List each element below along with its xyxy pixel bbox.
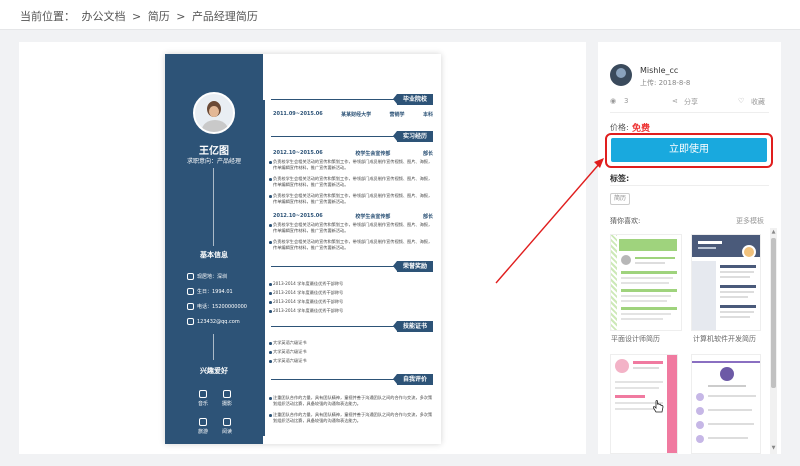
heart-icon[interactable]: ♡ [738,97,744,105]
view-count: 3 [624,97,629,105]
more-templates-link[interactable]: 更多模板 [736,216,764,226]
job-bullet: 负责校学生会相关活动的宣传和策划工作，带领部门成员制作宣传视频、图片、海报，传单… [269,193,433,204]
job-heading: 2012.10~2015.06 校学生会宣传部 部长 [273,150,433,157]
job-bullet: 负责校学生会相关活动的宣传和策划工作，带领部门成员制作宣传视频、图片、海报，传单… [269,159,433,170]
divider [610,185,769,186]
annotation-highlight-box [605,133,773,168]
top-bar: 当前位置： 办公文档 > 简历 > 产品经理简历 [0,0,800,30]
breadcrumb-item-office-docs[interactable]: 办公文档 [82,10,126,23]
self-eval-item: 注重团队合作的力量，具有团队精神，童视并善于沟通团队之间的合作与交流，多次策划组… [269,395,433,406]
breadcrumb-item-current: 产品经理简历 [191,10,258,23]
tag-resume[interactable]: 简历 [610,193,631,205]
share-icon[interactable]: ⋖ [672,97,678,105]
tags-label: 标签: [610,174,630,183]
resume-left-column: 王亿图 求职意向：产品经理 基本信息 现居地：深圳 生日：1994.01 电话：… [165,54,263,444]
divider [213,168,214,246]
hobby-travel: 旅游 [191,418,215,435]
breadcrumb-separator: > [132,10,142,23]
contact-birthday: 生日：1994.01 [187,288,233,295]
award-item: 2013-2014 学年度最佳优秀干部称号 [269,299,433,305]
contact-phone: 电话：15200000000 [187,303,247,310]
hobby-photo: 摄影 [215,390,239,407]
resume-intent: 求职意向：产品经理 [186,158,241,165]
hobby-reading: 阅读 [215,418,239,435]
section-awards: 荣誉奖励 [392,261,433,272]
contact-email: 123432@qq.com [187,318,240,325]
author-avatar[interactable] [610,64,632,86]
divider [213,334,214,360]
skill-item: 大学英语六级证书 [269,340,433,346]
contact-location: 现居地：深圳 [187,273,227,280]
preview-panel: 王亿图 求职意向：产品经理 基本信息 现居地：深圳 生日：1994.01 电话：… [19,42,586,454]
hand-cursor-icon [653,400,664,413]
price-label: 价格: [610,123,629,132]
recommend-label: 猜你喜欢: [610,217,641,225]
resume-right-column: 毕业院校 2011.09~2015.06 某某财经大学 营销学 本科 实习经历 201… [263,54,441,444]
camera-icon [223,390,231,398]
award-item: 2013-2014 学年度最佳优秀干部称号 [269,281,433,287]
scroll-up-arrow[interactable]: ▲ [770,228,777,236]
mail-icon [187,318,194,325]
template-thumb-2[interactable] [691,234,761,331]
job-heading: 2012.10~2015.06 校学生会宣传部 部长 [273,213,433,220]
template-thumb-3[interactable] [610,354,678,454]
stats-row: ◉ 3 ⋖ 分享 ♡ 收藏 [610,97,769,107]
eye-icon: ◉ [610,97,617,105]
education-row: 2011.09~2015.06 某某财经大学 营销学 本科 [273,111,433,118]
template-thumb-2-caption[interactable]: 计算机软件开发简历 [693,334,756,344]
book-icon [223,418,231,426]
template-thumb-1[interactable] [610,234,682,331]
template-thumb-1-caption[interactable]: 平面设计师简历 [611,334,660,344]
skill-item: 大学英语六级证书 [269,349,433,355]
resume-document: 王亿图 求职意向：产品经理 基本信息 现居地：深圳 生日：1994.01 电话：… [165,54,441,444]
upload-date: 上传: 2018-8-8 [640,79,691,87]
hobby-music: 音乐 [191,390,215,407]
skill-item: 大学英语六级证书 [269,358,433,364]
self-eval-item: 注重团队合作的力量，具有团队精神，童视并善于沟通团队之间的合作与交流，多次策划组… [269,412,433,423]
scrollbar-thumb[interactable] [771,238,776,388]
award-item: 2013-2014 学年度最佳优秀干部称号 [269,308,433,314]
section-skills: 技能证书 [392,321,433,332]
share-button[interactable]: 分享 [684,97,698,107]
job-bullet: 负责校学生会相关活动的宣传和策划工作，带领部门成员制作宣传视频、图片、海报，传单… [269,176,433,187]
calendar-icon [187,288,194,295]
section-education: 毕业院校 [392,94,433,105]
section-experience: 实习经历 [392,131,433,142]
hobby-title: 兴趣爱好 [200,367,228,375]
music-icon [199,390,207,398]
resume-name: 王亿图 [199,146,229,157]
job-bullet: 负责校学生会相关活动的宣传和策划工作，带领部门成员制作宣传视频、图片、海报，传单… [269,239,433,250]
scroll-down-arrow[interactable]: ▼ [770,444,777,452]
breadcrumb-prefix: 当前位置： [20,10,75,23]
template-sidebar: Mishle_cc 上传: 2018-8-8 ◉ 3 ⋖ 分享 ♡ 收藏 价格:… [598,42,781,454]
location-icon [199,418,207,426]
home-icon [187,273,194,280]
basic-info-title: 基本信息 [200,251,228,259]
template-thumb-4[interactable] [691,354,761,454]
award-item: 2013-2014 学年度最佳优秀干部称号 [269,290,433,296]
divider [610,112,769,113]
timeline-line [263,100,266,436]
breadcrumb-separator: > [176,10,186,23]
breadcrumb-item-resume[interactable]: 简历 [148,10,170,23]
phone-icon [187,303,194,310]
job-bullet: 负责校学生会相关活动的宣传和策划工作，带领部门成员制作宣传视频、图片、海报，传单… [269,222,433,233]
breadcrumb: 当前位置： 办公文档 > 简历 > 产品经理简历 [20,8,261,24]
section-self-eval: 自我评价 [392,374,433,385]
favorite-button[interactable]: 收藏 [751,97,765,107]
author-name[interactable]: Mishle_cc [640,66,678,75]
profile-photo [193,92,235,134]
